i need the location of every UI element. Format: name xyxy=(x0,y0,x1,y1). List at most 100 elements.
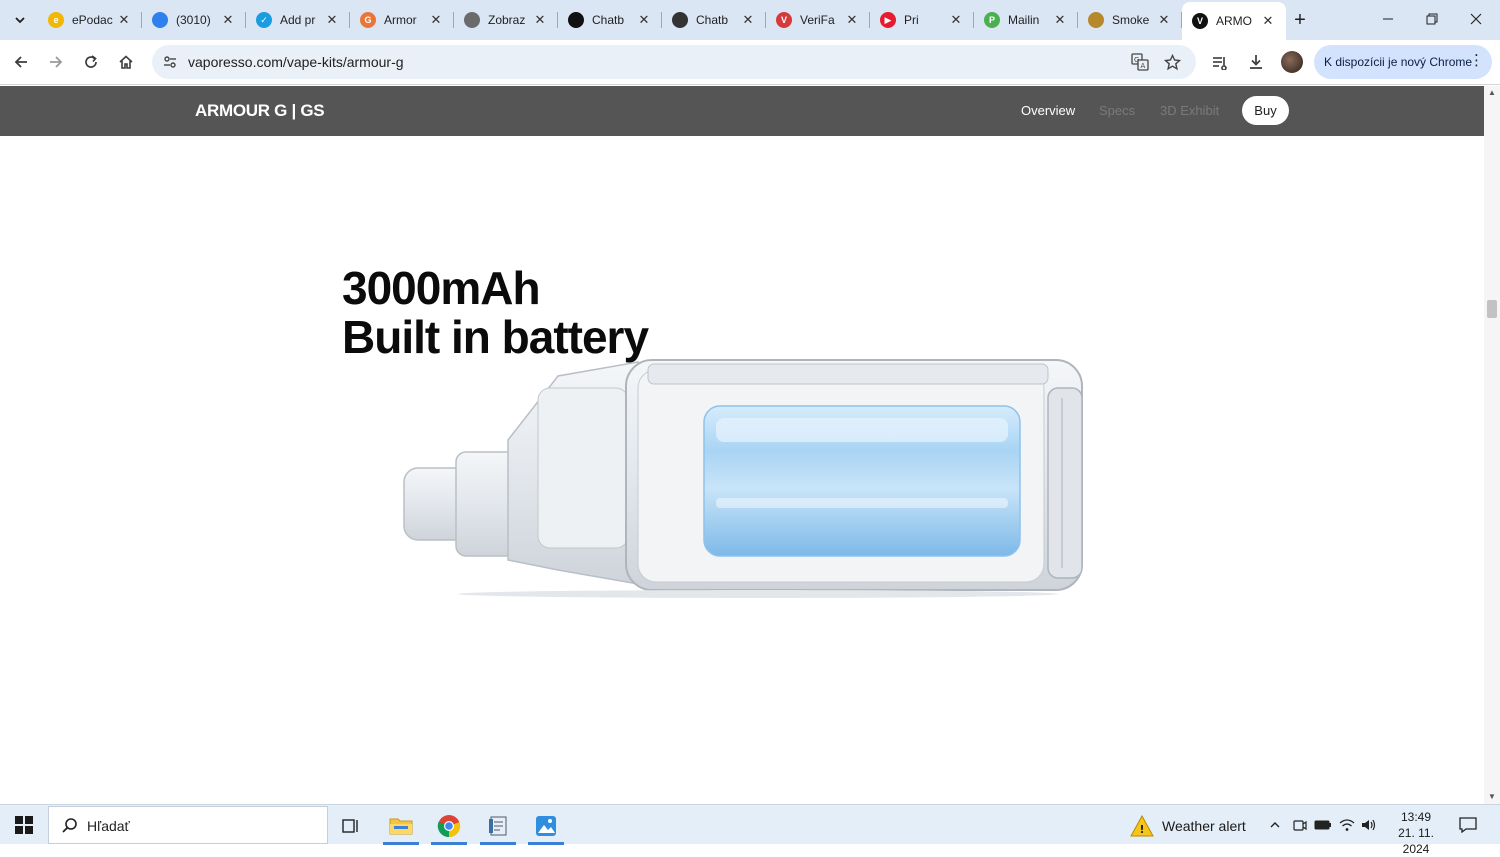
close-tab-icon[interactable]: ✕ xyxy=(1156,12,1172,28)
close-tab-icon[interactable]: ✕ xyxy=(532,12,548,28)
chrome-app[interactable] xyxy=(429,807,469,845)
tune-icon xyxy=(164,56,176,68)
close-tab-icon[interactable]: ✕ xyxy=(948,12,964,28)
task-view-icon xyxy=(342,819,358,833)
back-button[interactable] xyxy=(8,49,34,75)
close-tab-icon[interactable]: ✕ xyxy=(1260,13,1276,29)
site-info-button[interactable] xyxy=(160,52,180,72)
battery-status-icon[interactable] xyxy=(1314,816,1332,834)
clock-time: 13:49 xyxy=(1400,810,1432,824)
tab-title: Add pr xyxy=(280,13,316,27)
google-icon: G xyxy=(360,12,376,28)
close-tab-icon[interactable]: ✕ xyxy=(740,12,756,28)
browser-tab[interactable]: Chatb ✕ xyxy=(558,0,662,40)
browser-tab[interactable]: ✓ Add pr ✕ xyxy=(246,0,350,40)
translate-button[interactable]: GA xyxy=(1129,51,1151,73)
restore-icon xyxy=(1426,13,1438,25)
task-view-button[interactable] xyxy=(331,807,371,845)
media-control-button[interactable] xyxy=(1207,49,1233,75)
search-icon xyxy=(62,818,77,833)
address-bar[interactable]: vaporesso.com/vape-kits/armour-g GA xyxy=(152,45,1196,79)
taskbar-clock[interactable]: 13:49 21. 11. 2024 xyxy=(1384,809,1448,857)
media-queue-icon xyxy=(1213,57,1227,70)
product-brand[interactable]: ARMOUR G | GS xyxy=(195,101,325,121)
close-tab-icon[interactable]: ✕ xyxy=(1052,12,1068,28)
tab-title: Pri xyxy=(904,13,919,27)
home-button[interactable] xyxy=(113,49,139,75)
photos-icon xyxy=(536,816,556,836)
scroll-down-arrow[interactable]: ▼ xyxy=(1484,792,1500,802)
chevron-down-icon xyxy=(15,17,25,24)
browser-tab[interactable]: ▶ Pri ✕ xyxy=(870,0,974,40)
arrow-right-icon xyxy=(50,56,63,68)
bookmark-button[interactable] xyxy=(1161,51,1183,73)
browser-toolbar: vaporesso.com/vape-kits/armour-g GA K di… xyxy=(0,40,1500,85)
browser-tab[interactable]: Zobraz ✕ xyxy=(454,0,558,40)
update-chrome-button[interactable]: K dispozícii je nový Chrome ⋮ xyxy=(1314,45,1492,79)
tab-title: Smoke xyxy=(1112,13,1150,27)
url-text[interactable]: vaporesso.com/vape-kits/armour-g xyxy=(188,54,404,70)
restore-button[interactable] xyxy=(1410,0,1454,38)
download-icon xyxy=(1250,55,1262,69)
close-tab-icon[interactable]: ✕ xyxy=(220,12,236,28)
nav-overview[interactable]: Overview xyxy=(1021,103,1075,118)
tab-title: Chatb xyxy=(592,13,625,27)
browser-tab[interactable]: Chatb ✕ xyxy=(662,0,766,40)
taskbar-search[interactable]: Hľadať xyxy=(48,806,328,844)
translate-icon: GA xyxy=(1131,53,1149,71)
browser-tab[interactable]: e ePodac ✕ xyxy=(38,0,142,40)
browser-tab[interactable]: V ARMO ✕ xyxy=(1182,2,1286,40)
buy-button[interactable]: Buy xyxy=(1242,96,1289,125)
taskbar-search-placeholder: Hľadať xyxy=(87,818,130,834)
close-tab-icon[interactable]: ✕ xyxy=(428,12,444,28)
meet-now-icon[interactable] xyxy=(1291,816,1309,834)
chatgpt-icon xyxy=(568,12,584,28)
mail-icon xyxy=(152,12,168,28)
browser-tab[interactable]: P Mailin ✕ xyxy=(974,0,1078,40)
reload-icon xyxy=(85,55,97,68)
chrome-icon xyxy=(437,815,461,838)
more-vert-icon[interactable]: ⋮ xyxy=(1469,53,1484,69)
nav-3d-exhibit[interactable]: 3D Exhibit xyxy=(1160,103,1219,118)
browser-tab[interactable]: V VeriFa ✕ xyxy=(766,0,870,40)
browser-tab[interactable]: Smoke ✕ xyxy=(1078,0,1182,40)
downloads-button[interactable] xyxy=(1243,49,1269,75)
close-window-button[interactable] xyxy=(1454,0,1498,38)
youtube-music-icon: ▶ xyxy=(880,12,896,28)
start-button[interactable] xyxy=(8,813,40,837)
close-tab-icon[interactable]: ✕ xyxy=(636,12,652,28)
nav-specs[interactable]: Specs xyxy=(1099,103,1135,118)
verifact-icon: V xyxy=(776,12,792,28)
weather-widget[interactable]: ! Weather alert xyxy=(1130,815,1246,837)
device-illustration xyxy=(403,359,1083,598)
smoke-icon xyxy=(1088,12,1104,28)
scroll-thumb[interactable] xyxy=(1487,300,1497,318)
folder-icon xyxy=(389,818,413,835)
camera-icon xyxy=(1293,820,1307,831)
notes-app[interactable] xyxy=(478,807,518,845)
wifi-icon xyxy=(1339,819,1355,831)
profile-avatar[interactable] xyxy=(1281,51,1303,73)
new-tab-button[interactable]: + xyxy=(1288,8,1312,32)
tab-list: e ePodac ✕ (3010) ✕ ✓ Add pr ✕ G Armor ✕ Zobraz ✕ Cha… xyxy=(38,0,1286,40)
volume-status-icon[interactable] xyxy=(1360,816,1378,834)
page-scrollbar[interactable]: ▲ ▼ xyxy=(1484,86,1500,804)
file-explorer-app[interactable] xyxy=(381,807,421,845)
forward-button[interactable] xyxy=(43,49,69,75)
scroll-up-arrow[interactable]: ▲ xyxy=(1484,88,1500,98)
product-navbar: ARMOUR G | GS Overview Specs 3D Exhibit … xyxy=(0,86,1484,136)
reload-button[interactable] xyxy=(78,49,104,75)
browser-tab[interactable]: G Armor ✕ xyxy=(350,0,454,40)
chevron-up-icon xyxy=(1270,822,1280,828)
tab-title: ePodac xyxy=(72,13,113,27)
show-hidden-icons-button[interactable] xyxy=(1266,816,1284,834)
notification-center-button[interactable] xyxy=(1458,815,1478,835)
browser-tab[interactable]: (3010) ✕ xyxy=(142,0,246,40)
minimize-button[interactable] xyxy=(1366,0,1410,38)
close-tab-icon[interactable]: ✕ xyxy=(116,12,132,28)
tab-search-button[interactable] xyxy=(8,8,32,32)
photos-app[interactable] xyxy=(526,807,566,845)
close-tab-icon[interactable]: ✕ xyxy=(324,12,340,28)
wifi-status-icon[interactable] xyxy=(1338,816,1356,834)
close-tab-icon[interactable]: ✕ xyxy=(844,12,860,28)
